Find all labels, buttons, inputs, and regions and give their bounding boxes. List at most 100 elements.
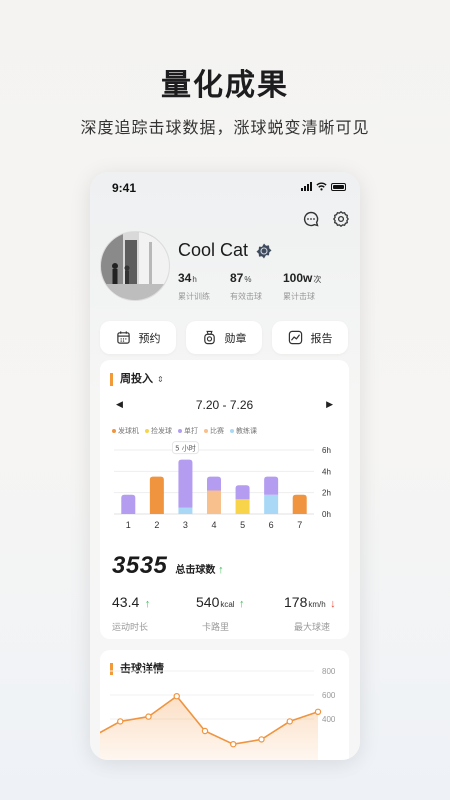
bar-segment[interactable] <box>292 494 307 514</box>
stat-value: 100w <box>283 271 313 285</box>
legend-item: 发球机 <box>112 426 139 436</box>
medal-label: 勋章 <box>224 332 247 345</box>
metric-label: 最大球速 <box>294 622 331 632</box>
data-point[interactable] <box>258 736 265 743</box>
legend-label: 教练课 <box>236 428 257 435</box>
legend-item: 比赛 <box>204 426 224 436</box>
calendar-icon <box>116 331 130 344</box>
total-hits-label: 总击球数 ↑ <box>175 561 223 576</box>
weekly-bar-chart: 6h 4h 2h 0h 1 2 3 5 小时 4 5 6 7 <box>114 441 331 530</box>
legend-dot <box>145 429 149 433</box>
medal-button[interactable]: 勋章 <box>186 321 262 354</box>
weekly-card-title[interactable]: 周投入 ⇕ <box>110 373 164 386</box>
bar-tooltip-text: 5 小时 <box>175 444 196 453</box>
total-hits-value: 3535 <box>112 552 168 579</box>
y-tick-label: 4h <box>322 467 331 476</box>
booking-label: 预约 <box>138 332 161 345</box>
bar-segment[interactable] <box>264 494 279 514</box>
metric-value: 43.4 <box>112 594 140 610</box>
bar-segment[interactable] <box>207 490 221 514</box>
level-badge-icon <box>256 243 272 259</box>
legend-label: 单打 <box>184 428 198 435</box>
trend-up-icon: ↑ <box>239 598 245 610</box>
x-tick-label: 2 <box>154 520 159 530</box>
legend-dot <box>230 429 234 433</box>
legend-label: 捡发球 <box>151 428 172 435</box>
weekly-investment-card: 周投入 ⇕ ◀ 7.20 - 7.26 ▶ 发球机 捡发球 单打 比赛 教练课 6h 4h 2… <box>100 360 349 639</box>
stat-value: 34 <box>178 271 192 285</box>
status-bar: 9:41 <box>90 180 360 198</box>
stat-unit: 次 <box>313 275 322 284</box>
bar-segment[interactable] <box>235 485 250 500</box>
stat-unit: % <box>244 275 252 284</box>
sort-toggle-icon[interactable]: ⇕ <box>157 375 164 384</box>
avatar[interactable] <box>100 231 170 301</box>
weekly-title-text: 周投入 <box>120 373 153 385</box>
legend-item: 捡发球 <box>145 426 172 436</box>
metric-label: 卡路里 <box>202 622 230 632</box>
stat-label: 累计击球 <box>283 292 315 301</box>
legend-dot <box>112 429 116 433</box>
chat-bubble-icon[interactable] <box>302 210 320 228</box>
data-point[interactable] <box>145 713 152 720</box>
booking-button[interactable]: 预约 <box>100 321 176 354</box>
next-week-arrow-icon[interactable]: ▶ <box>326 399 333 410</box>
data-point[interactable] <box>314 708 322 716</box>
trend-up-icon: ↑ <box>218 564 224 576</box>
metric-max-speed: 178km/h ↓ 最大球速 <box>284 594 336 633</box>
y-tick-label: 600 <box>322 691 336 700</box>
total-hits: 3535 总击球数 ↑ <box>112 552 224 580</box>
y-tick-label: 2h <box>322 489 331 498</box>
signal-icon <box>301 182 312 191</box>
x-tick-label: 5 <box>240 520 245 530</box>
user-name: Cool Cat <box>178 240 249 260</box>
week-navigator: ◀ 7.20 - 7.26 ▶ <box>100 397 349 413</box>
gear-icon[interactable] <box>332 210 350 228</box>
report-label: 报告 <box>310 332 333 345</box>
metric-duration: 43.4 ↑ 运动时长 <box>112 594 150 633</box>
stat-unit: h <box>192 275 197 284</box>
y-tick-label: 800 <box>322 667 336 676</box>
bar-segment[interactable] <box>121 494 136 514</box>
stat-label: 累计训练 <box>178 292 210 301</box>
legend-dot <box>178 429 182 433</box>
y-tick-label: 6h <box>322 446 331 455</box>
x-tick-label: 7 <box>297 520 302 530</box>
metric-value: 540 <box>196 594 220 610</box>
report-button[interactable]: 报告 <box>272 321 348 354</box>
bar-segment[interactable] <box>207 476 221 491</box>
stat-total-hits: 100w次 累计击球 <box>283 269 321 302</box>
bar-segment[interactable] <box>178 507 193 514</box>
chart-legend: 发球机 捡发球 单打 比赛 教练课 <box>112 426 257 436</box>
wifi-icon <box>316 182 327 191</box>
data-point[interactable] <box>201 727 209 735</box>
battery-icon <box>331 182 346 191</box>
bar-segment[interactable] <box>178 459 193 508</box>
metric-unit: kcal <box>220 600 235 609</box>
legend-item: 单打 <box>178 426 198 436</box>
stat-effective-rate: 87% 有效击球 <box>230 269 262 302</box>
hero-subtitle: 深度追踪击球数据，涨球蜕变清晰可见 <box>80 120 370 137</box>
stat-value: 87 <box>230 271 244 285</box>
status-icons <box>301 182 346 191</box>
y-tick-label: 0h <box>322 510 331 519</box>
x-tick-label: 1 <box>126 520 131 530</box>
trend-down-icon: ↓ <box>330 598 336 610</box>
legend-dot <box>204 429 208 433</box>
data-point[interactable] <box>230 740 237 748</box>
data-point[interactable] <box>286 718 293 725</box>
data-point[interactable] <box>117 718 124 725</box>
hero-title: 量化成果 <box>161 69 289 102</box>
bar-segment[interactable] <box>235 499 250 514</box>
metric-calories: 540kcal ↑ 卡路里 <box>196 594 245 633</box>
data-point[interactable] <box>173 693 180 700</box>
header-actions <box>302 210 350 228</box>
legend-item: 教练课 <box>230 426 257 436</box>
metric-unit: km/h <box>308 600 326 609</box>
status-time: 9:41 <box>112 181 137 195</box>
y-tick-label: 400 <box>322 715 336 724</box>
medal-icon <box>203 330 215 345</box>
bar-segment[interactable] <box>149 476 164 514</box>
bar-segment[interactable] <box>264 476 279 495</box>
legend-label: 发球机 <box>118 428 139 435</box>
